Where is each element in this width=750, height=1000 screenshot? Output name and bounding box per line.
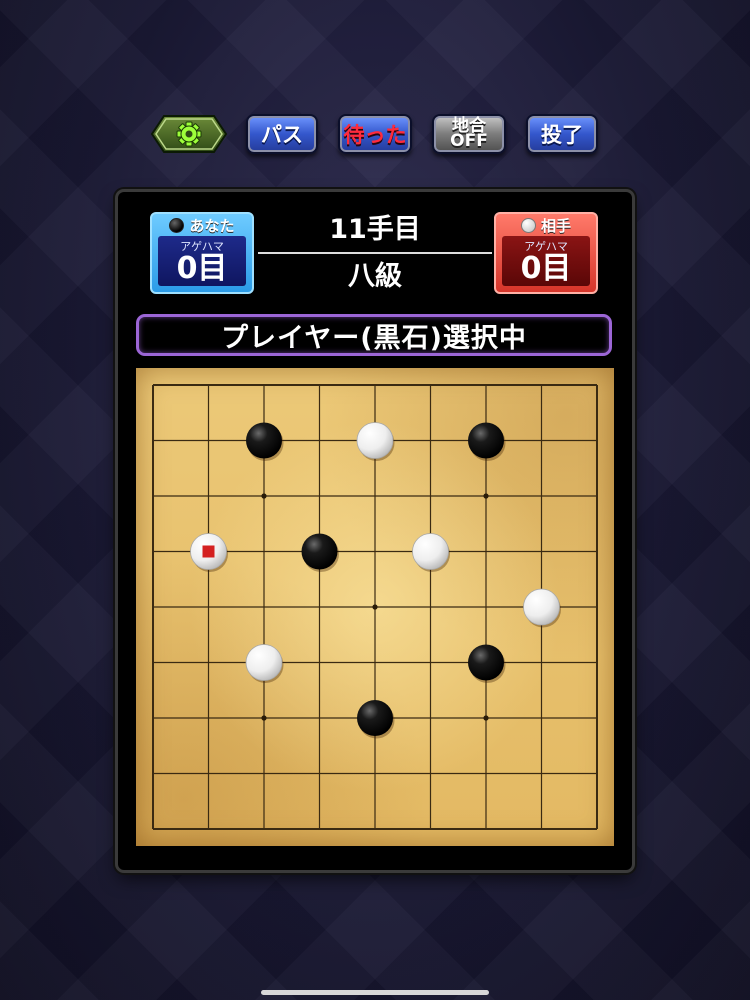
settings-button[interactable] bbox=[150, 114, 228, 154]
territory-toggle-button[interactable]: 地合 OFF bbox=[432, 114, 506, 154]
player-score-header: あなた bbox=[152, 214, 252, 236]
home-indicator[interactable] bbox=[261, 990, 489, 995]
player-name: あなた bbox=[189, 216, 235, 235]
go-board[interactable] bbox=[136, 368, 614, 846]
star-point bbox=[261, 715, 267, 721]
black-stone bbox=[246, 422, 284, 461]
white-stone-body bbox=[356, 422, 394, 459]
opponent-captures-box: アゲハマ 0目 bbox=[502, 236, 590, 286]
star-point bbox=[261, 493, 267, 499]
territory-label-bottom: OFF bbox=[450, 131, 488, 151]
player-captures-box: アゲハマ 0目 bbox=[158, 236, 246, 286]
opponent-name: 相手 bbox=[540, 216, 571, 235]
go-board-grid[interactable] bbox=[136, 368, 614, 846]
white-stone-body bbox=[412, 533, 449, 570]
opponent-captures-value: 0目 bbox=[520, 251, 572, 286]
black-stone-icon bbox=[169, 217, 185, 233]
black-stone bbox=[468, 422, 506, 461]
black-stone bbox=[357, 700, 395, 739]
settings-button-frame bbox=[150, 115, 228, 153]
black-stone-body bbox=[468, 422, 504, 459]
white-stone bbox=[356, 422, 395, 461]
black-stone bbox=[301, 533, 339, 572]
star-point bbox=[372, 604, 378, 610]
black-stone-body bbox=[246, 422, 282, 459]
info-divider bbox=[258, 252, 492, 254]
game-panel: あなた アゲハマ 0目 11手目 八級 相手 アゲハマ 0目 プレイヤー(黒石)… bbox=[118, 192, 632, 870]
gear-icon bbox=[176, 121, 202, 147]
resign-button-label: 投了 bbox=[541, 123, 583, 147]
player-captures-value: 0目 bbox=[176, 251, 228, 286]
undo-button-label: 待った bbox=[343, 123, 407, 147]
black-stone bbox=[468, 644, 506, 683]
white-stone-body bbox=[523, 588, 560, 626]
star-point bbox=[483, 493, 489, 499]
status-text: プレイヤー(黒石)選択中 bbox=[221, 322, 527, 354]
pass-button[interactable]: パス bbox=[246, 114, 318, 154]
pass-button-label: パス bbox=[261, 123, 303, 147]
toolbar: パス 待った 地合 OFF 投了 bbox=[0, 114, 750, 156]
game-info: 11手目 八級 bbox=[258, 210, 492, 298]
opponent-score-card: 相手 アゲハマ 0目 bbox=[494, 212, 598, 294]
opponent-score-header: 相手 bbox=[496, 214, 596, 236]
player-score-card: あなた アゲハマ 0目 bbox=[150, 212, 254, 294]
resign-button[interactable]: 投了 bbox=[526, 114, 598, 154]
opponent-rank: 八級 bbox=[348, 261, 402, 292]
black-stone-body bbox=[468, 644, 504, 681]
white-stone bbox=[190, 533, 228, 572]
status-bar: プレイヤー(黒石)選択中 bbox=[136, 314, 612, 356]
black-stone-body bbox=[357, 700, 393, 736]
white-stone-icon bbox=[520, 217, 536, 233]
white-stone bbox=[412, 533, 450, 572]
star-point bbox=[483, 715, 489, 721]
white-stone bbox=[523, 588, 561, 628]
black-stone-body bbox=[301, 533, 338, 570]
last-move-marker bbox=[202, 545, 215, 558]
move-count: 11手目 bbox=[329, 214, 421, 245]
white-stone bbox=[245, 644, 284, 683]
white-stone-body bbox=[245, 644, 283, 681]
undo-button[interactable]: 待った bbox=[338, 114, 412, 154]
